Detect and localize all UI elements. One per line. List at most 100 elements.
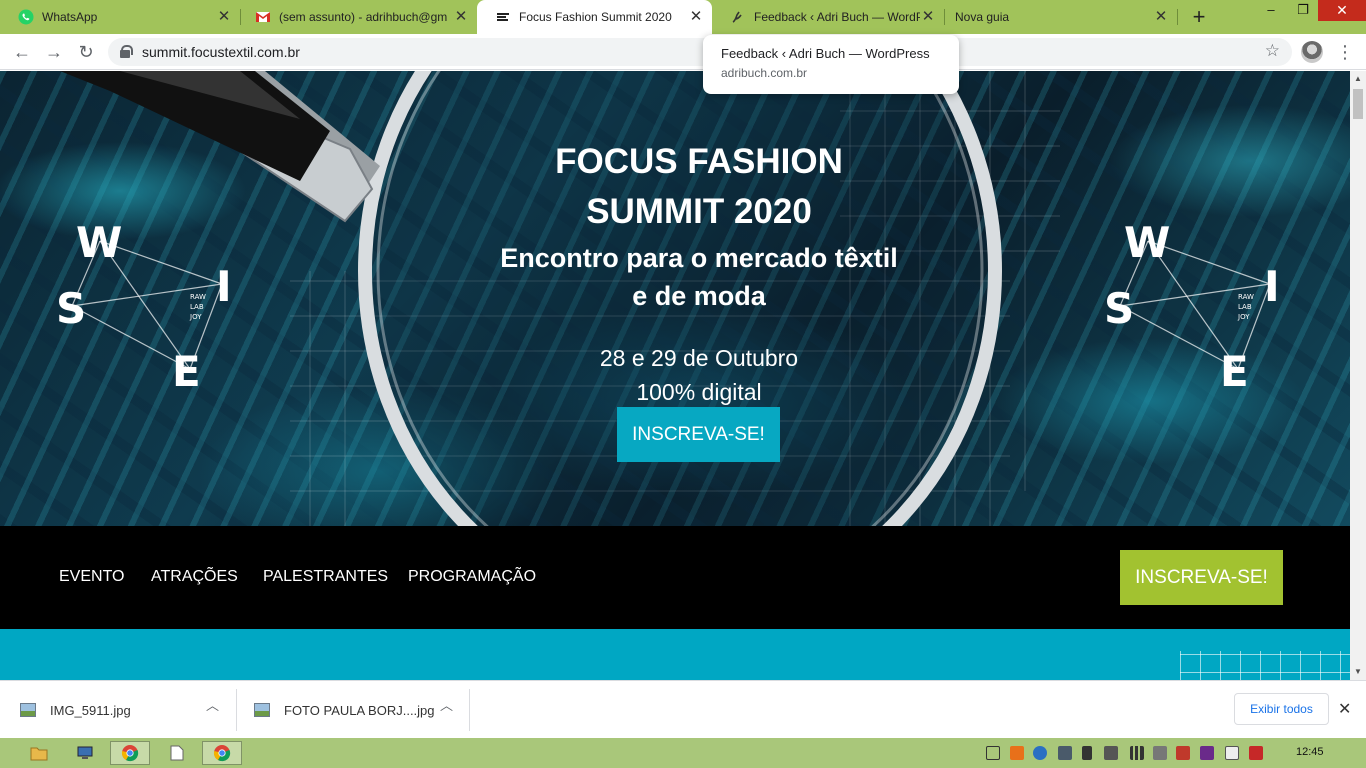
site-navbar: EVENTO ATRAÇÕES PALESTRANTES PROGRAMAÇÃO… (0, 526, 1350, 629)
back-button[interactable]: ← (11, 41, 33, 63)
download-divider (469, 689, 470, 731)
decorative-grid (1180, 651, 1350, 680)
download-shelf: IMG_5911.jpg ︿ FOTO PAULA BORJ....jpg ︿ … (0, 680, 1366, 738)
chrome-window-icon[interactable] (202, 741, 242, 765)
hero-banner: W I S E RAW LAB JOY W I S E RAW LAB JOY … (0, 71, 1350, 526)
page-viewport: W I S E RAW LAB JOY W I S E RAW LAB JOY … (0, 71, 1350, 680)
bookmark-star-icon[interactable]: ☆ (1265, 41, 1280, 61)
show-all-downloads-button[interactable]: Exibir todos (1234, 693, 1329, 725)
tab-nova-guia[interactable]: Nova guia ✕ (937, 0, 1177, 34)
document-icon[interactable] (162, 741, 192, 765)
compass-small-raw: RAW (190, 293, 206, 301)
download-filename: FOTO PAULA BORJ....jpg (284, 702, 435, 718)
page-scrollbar[interactable]: ▲ ▼ (1350, 71, 1366, 680)
download-filename: IMG_5911.jpg (50, 702, 131, 718)
compass-small-joy: JOY (189, 313, 202, 321)
tooltip-domain: adribuch.com.br (721, 66, 808, 80)
reload-button[interactable]: ↻ (75, 41, 97, 63)
browser-toolbar: ← → ↻ summit.focustextil.com.br ☆ ⋮ (0, 34, 1366, 70)
compass-letter-w: W (1124, 218, 1170, 267)
tray-settings-icon[interactable] (1058, 746, 1072, 760)
lock-icon[interactable] (120, 45, 133, 58)
tab-whatsapp[interactable]: WhatsApp ✕ (0, 0, 240, 34)
image-file-icon (254, 703, 270, 717)
profile-avatar[interactable] (1301, 41, 1323, 63)
close-tab-icon[interactable]: ✕ (688, 9, 704, 25)
nav-atracoes[interactable]: ATRAÇÕES (151, 568, 238, 586)
hero-title: FOCUS FASHION SUMMIT 2020 (449, 137, 949, 237)
hero-register-button[interactable]: INSCREVA-SE! (617, 407, 780, 462)
tray-flag-icon[interactable] (1249, 746, 1263, 760)
tab-gmail[interactable]: (sem assunto) - adrihbuch@gm ✕ (237, 0, 477, 34)
tooltip-title: Feedback ‹ Adri Buch — WordPress (721, 46, 930, 61)
focus-summit-icon (495, 9, 511, 25)
close-tab-icon[interactable]: ✕ (453, 9, 469, 25)
nav-palestrantes[interactable]: PALESTRANTES (263, 568, 388, 586)
nav-programacao[interactable]: PROGRAMAÇÃO (408, 568, 536, 586)
close-tab-icon[interactable]: ✕ (920, 9, 936, 25)
tray-volume-icon[interactable] (1104, 746, 1118, 760)
wordpress-icon (730, 9, 746, 25)
network-computer-icon[interactable] (70, 741, 100, 765)
wise-compass-left: W I S E RAW LAB JOY (56, 218, 232, 396)
minimize-button[interactable]: – (1256, 0, 1286, 22)
scroll-down-arrow-icon[interactable]: ▼ (1350, 664, 1366, 680)
tray-signal-icon[interactable] (1130, 746, 1144, 760)
new-tab-button[interactable]: + (1188, 6, 1210, 29)
address-bar[interactable]: summit.focustextil.com.br ☆ (108, 38, 1292, 66)
compass-letter-s: S (1104, 284, 1134, 333)
chrome-taskbar-icon[interactable] (110, 741, 150, 765)
file-explorer-icon[interactable] (24, 741, 54, 765)
restore-button[interactable]: ❐ (1288, 0, 1318, 22)
hero-event-info: 28 e 29 de Outubro 100% digital (449, 341, 949, 409)
scroll-thumb[interactable] (1353, 89, 1363, 119)
nav-register-button[interactable]: INSCREVA-SE! (1120, 550, 1283, 605)
tab-title: Focus Fashion Summit 2020 (519, 10, 672, 24)
chevron-up-icon[interactable]: ︿ (206, 695, 219, 714)
compass-small-joy: JOY (1237, 313, 1250, 321)
tray-chat-icon[interactable] (1033, 746, 1047, 760)
download-item[interactable]: IMG_5911.jpg (20, 687, 131, 733)
taskbar-clock[interactable]: 12:45 (1296, 746, 1324, 758)
download-item[interactable]: FOTO PAULA BORJ....jpg (254, 687, 435, 733)
compass-letter-s: S (56, 284, 86, 333)
tab-title: WhatsApp (42, 10, 98, 24)
tray-office-icon[interactable] (1010, 746, 1024, 760)
hero-subtitle-line-2: e de moda (632, 281, 766, 311)
compass-letter-i: I (1264, 262, 1280, 311)
compass-letter-w: W (76, 218, 122, 267)
tab-title: Nova guia (955, 10, 1010, 24)
browser-menu-icon[interactable]: ⋮ (1336, 41, 1354, 63)
compass-letter-e: E (172, 347, 201, 396)
tab-title: (sem assunto) - adrihbuch@gm (279, 10, 448, 24)
tab-wordpress[interactable]: Feedback ‹ Adri Buch — WordPr ✕ (712, 0, 944, 34)
tray-battery-icon[interactable] (1225, 746, 1239, 760)
compass-small-lab: LAB (190, 303, 204, 311)
chevron-up-icon[interactable]: ︿ (440, 695, 453, 714)
gmail-icon (255, 9, 271, 25)
tray-speaker-icon[interactable] (1176, 746, 1190, 760)
teal-section (0, 629, 1350, 680)
close-shelf-icon[interactable]: ✕ (1338, 699, 1351, 719)
tray-phone-icon[interactable] (1082, 746, 1092, 760)
whatsapp-icon (18, 9, 34, 25)
tray-printer-icon[interactable] (1153, 746, 1167, 760)
hero-format: 100% digital (636, 379, 762, 405)
tab-strip: WhatsApp ✕ (sem assunto) - adrihbuch@gm … (0, 0, 1366, 34)
close-tab-icon[interactable]: ✕ (216, 9, 232, 25)
close-window-button[interactable]: ✕ (1318, 0, 1366, 21)
hero-subtitle: Encontro para o mercado têxtil e de moda (449, 239, 949, 315)
forward-button[interactable]: → (43, 41, 65, 63)
url-text: summit.focustextil.com.br (142, 44, 300, 60)
tray-language-icon[interactable] (1200, 746, 1214, 760)
wise-compass-right: W I S E RAW LAB JOY (1104, 218, 1280, 396)
tab-focus-summit[interactable]: Focus Fashion Summit 2020 ✕ (477, 0, 712, 34)
tray-window-icon[interactable] (986, 746, 1000, 760)
tab-title: Feedback ‹ Adri Buch — WordPr (754, 10, 920, 24)
nav-evento[interactable]: EVENTO (59, 568, 125, 586)
compass-letter-i: I (216, 262, 232, 311)
close-tab-icon[interactable]: ✕ (1153, 9, 1169, 25)
tab-divider (1177, 9, 1178, 25)
compass-small-raw: RAW (1238, 293, 1254, 301)
scroll-up-arrow-icon[interactable]: ▲ (1350, 71, 1366, 87)
